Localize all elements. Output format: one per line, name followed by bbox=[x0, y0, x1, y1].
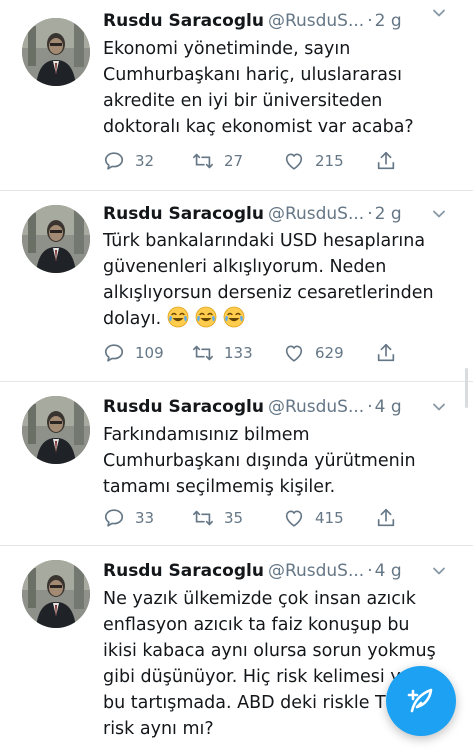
heart-icon bbox=[283, 342, 305, 364]
share-button[interactable] bbox=[375, 506, 397, 530]
tweet-header: Rusdu Saracoglu @RusduS... · 4 g bbox=[103, 558, 453, 584]
tweet-header: Rusdu Saracoglu @RusduS... · 2 g bbox=[103, 201, 453, 227]
retweet-button[interactable]: 133 bbox=[192, 341, 253, 365]
reply-button[interactable]: 109 bbox=[103, 341, 164, 365]
heart-icon bbox=[283, 150, 305, 172]
avatar[interactable] bbox=[22, 560, 90, 628]
retweet-icon bbox=[192, 342, 214, 364]
tweet[interactable]: Rusdu Saracoglu @RusduS... · 4 g Farkındamı… bbox=[0, 382, 473, 544]
tweet-header: Rusdu Saracoglu @RusduS... · 2 g bbox=[103, 8, 453, 34]
author-handle: @RusduS... bbox=[267, 11, 365, 31]
author-name[interactable]: Rusdu Saracoglu bbox=[103, 204, 264, 224]
separator-dot: · bbox=[367, 11, 373, 31]
chevron-down-icon[interactable] bbox=[432, 6, 446, 20]
heart-icon bbox=[283, 507, 305, 529]
author-handle: @RusduS... bbox=[267, 204, 365, 224]
tweet-text: Türk bankalarındaki USD hesaplarına güve… bbox=[103, 228, 443, 332]
face-with-tears-of-joy-icon bbox=[195, 306, 217, 328]
author-handle: @RusduS... bbox=[267, 561, 365, 581]
tweet-time[interactable]: 4 g bbox=[375, 397, 402, 417]
reply-icon bbox=[103, 150, 125, 172]
face-with-tears-of-joy-icon bbox=[167, 306, 189, 328]
like-count: 629 bbox=[315, 344, 344, 362]
share-icon bbox=[375, 342, 397, 364]
avatar[interactable] bbox=[22, 205, 90, 273]
author-handle: @RusduS... bbox=[267, 397, 365, 417]
tweet-text: Ekonomi yönetiminde, sayın Cumhurbaşkanı… bbox=[103, 39, 414, 137]
retweet-button[interactable]: 27 bbox=[192, 149, 243, 173]
author-name[interactable]: Rusdu Saracoglu bbox=[103, 397, 264, 417]
share-icon bbox=[375, 507, 397, 529]
tweet-text: Farkındamısınız bilmem Cumhurbaşkanı dış… bbox=[103, 425, 416, 497]
retweet-button[interactable]: 35 bbox=[192, 506, 243, 530]
tweet-text-body: Türk bankalarındaki USD hesaplarına güve… bbox=[103, 231, 434, 329]
compose-tweet-button[interactable] bbox=[386, 666, 456, 736]
reply-button[interactable]: 32 bbox=[103, 149, 154, 173]
share-button[interactable] bbox=[375, 341, 397, 365]
like-button[interactable]: 415 bbox=[283, 506, 344, 530]
reply-count: 32 bbox=[135, 152, 155, 170]
like-count: 215 bbox=[315, 152, 344, 170]
tweet-actions: 32 27 215 bbox=[103, 149, 403, 173]
reply-count: 109 bbox=[135, 344, 164, 362]
like-button[interactable]: 215 bbox=[283, 149, 344, 173]
retweet-count: 27 bbox=[224, 152, 244, 170]
like-button[interactable]: 629 bbox=[283, 341, 344, 365]
tweet-header: Rusdu Saracoglu @RusduS... · 4 g bbox=[103, 394, 453, 420]
reply-count: 33 bbox=[135, 509, 155, 527]
tweet[interactable]: Rusdu Saracoglu @RusduS... · 2 g Ekonomi yö… bbox=[0, 0, 473, 190]
chevron-down-icon[interactable] bbox=[432, 207, 446, 221]
tweet[interactable]: Rusdu Saracoglu @RusduS... · 2 g Türk banka… bbox=[0, 191, 473, 381]
chevron-down-icon[interactable] bbox=[432, 564, 446, 578]
reply-icon bbox=[103, 507, 125, 529]
tweet-actions: 109 133 629 bbox=[103, 341, 403, 365]
separator-dot: · bbox=[367, 204, 373, 224]
author-name[interactable]: Rusdu Saracoglu bbox=[103, 11, 264, 31]
scrollbar[interactable] bbox=[465, 368, 468, 408]
tweet-time[interactable]: 2 g bbox=[375, 11, 402, 31]
separator-dot: · bbox=[367, 397, 373, 417]
compose-tweet-icon bbox=[407, 688, 433, 713]
author-name[interactable]: Rusdu Saracoglu bbox=[103, 561, 264, 581]
reply-button[interactable]: 33 bbox=[103, 506, 154, 530]
chevron-down-icon[interactable] bbox=[432, 400, 446, 414]
reply-icon bbox=[103, 342, 125, 364]
tweet-time[interactable]: 2 g bbox=[375, 204, 402, 224]
separator-dot: · bbox=[367, 561, 373, 581]
retweet-count: 133 bbox=[224, 344, 253, 362]
tweet-time[interactable]: 4 g bbox=[375, 561, 402, 581]
retweet-icon bbox=[192, 507, 214, 529]
retweet-count: 35 bbox=[224, 509, 244, 527]
share-icon bbox=[375, 150, 397, 172]
share-button[interactable] bbox=[375, 149, 397, 173]
like-count: 415 bbox=[315, 509, 344, 527]
retweet-icon bbox=[192, 150, 214, 172]
face-with-tears-of-joy-icon bbox=[223, 306, 245, 328]
tweet-actions: 33 35 415 bbox=[103, 506, 403, 530]
avatar[interactable] bbox=[22, 18, 90, 86]
avatar[interactable] bbox=[22, 396, 90, 464]
